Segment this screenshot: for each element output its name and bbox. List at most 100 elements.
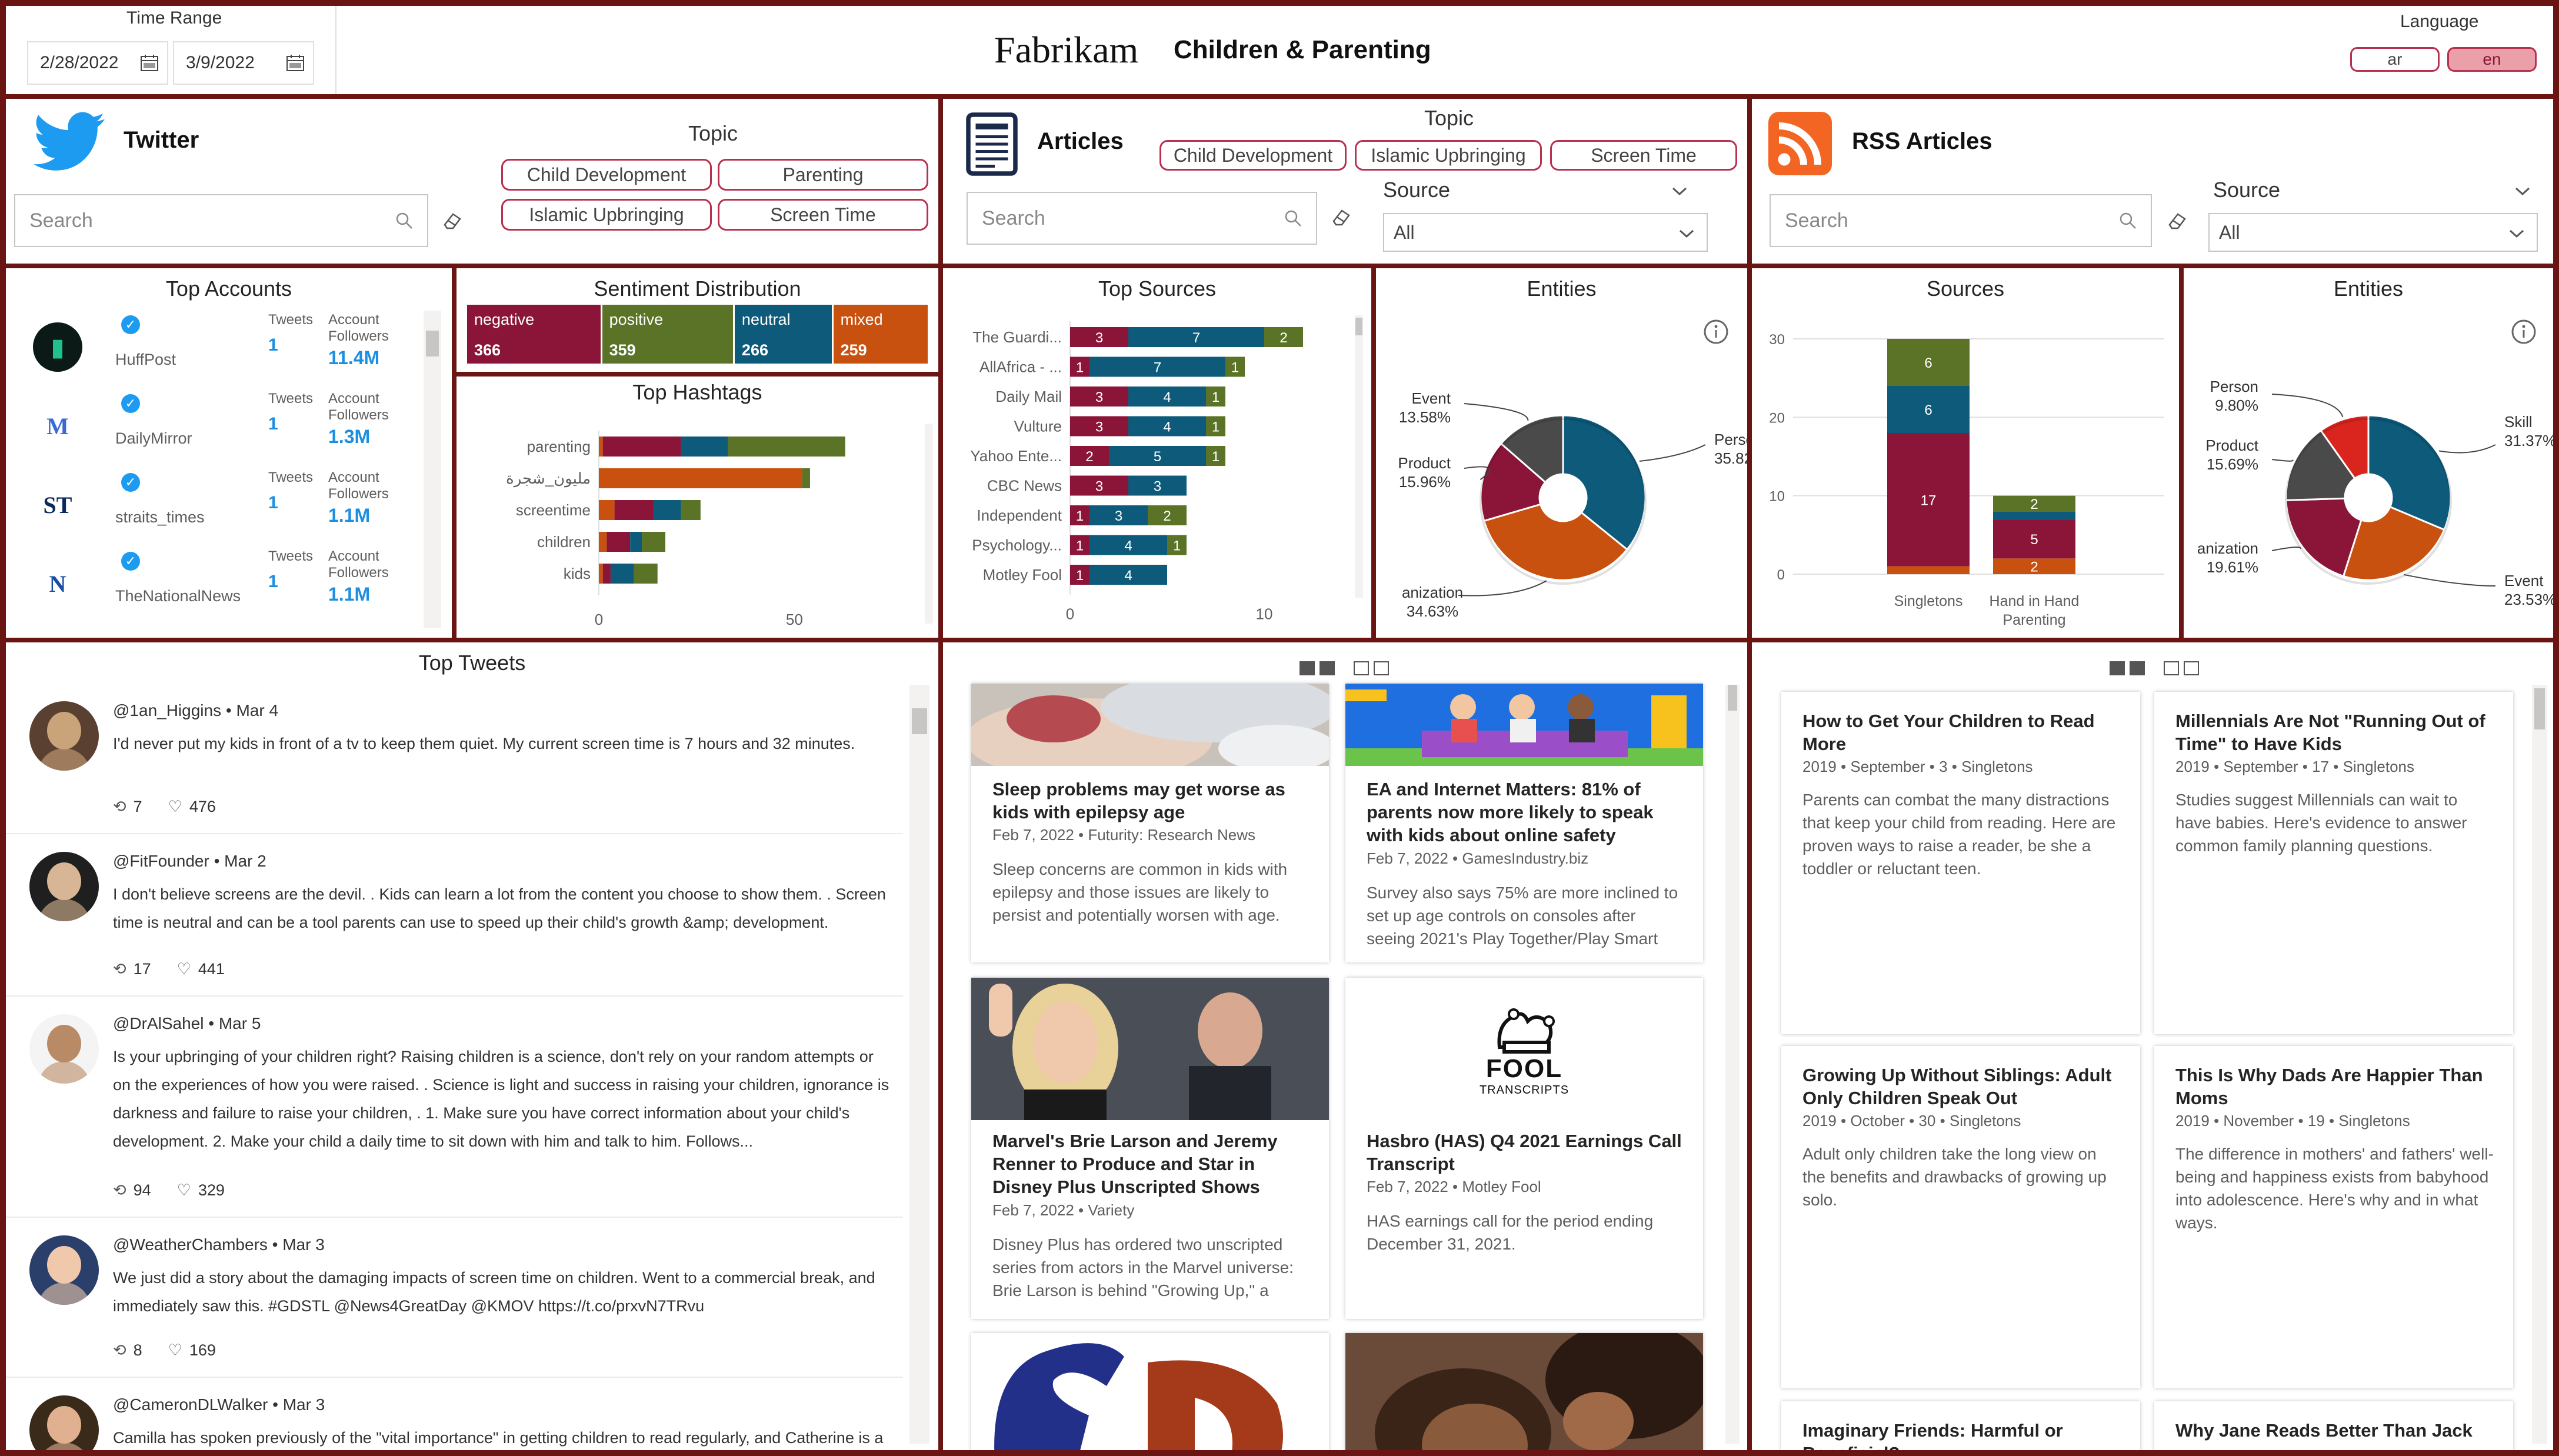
articles-scrollbar[interactable]: [1725, 685, 1740, 1444]
pie-slice[interactable]: [2367, 414, 2452, 531]
article-card[interactable]: EA and Internet Matters: 81% of parents …: [1345, 684, 1703, 962]
rss-card[interactable]: This Is Why Dads Are Happier Than Moms 20…: [2154, 1046, 2513, 1388]
sources-scrollbar-thumb[interactable]: [1355, 318, 1362, 335]
date-start-input[interactable]: 2/28/2022: [27, 41, 168, 85]
calendar-icon[interactable]: [140, 54, 159, 72]
bar-segment[interactable]: [599, 437, 603, 457]
sentiment-segment-mixed[interactable]: mixed 259: [833, 305, 929, 364]
bar-segment[interactable]: [614, 500, 654, 520]
bar-segment[interactable]: [602, 437, 681, 457]
account-row[interactable]: M ✓ DailyMirror Tweets 1 Account Followers 1.3…: [6, 388, 416, 467]
verified-badge-icon: ✓: [121, 473, 140, 492]
tick-label: 50: [786, 611, 803, 628]
sentiment-segment-negative[interactable]: negative 366: [467, 305, 602, 364]
retweet-stat[interactable]: ⟲ 17: [113, 960, 151, 978]
tweet-item[interactable]: @WeatherChambers • Mar 3 We just did a st…: [6, 1218, 903, 1378]
followers-label: Account Followers: [328, 548, 389, 581]
article-image: [1345, 1333, 1703, 1450]
sources-scrollbar[interactable]: [1355, 315, 1363, 598]
article-card[interactable]: Sleep problems may get worse as kids wit…: [971, 684, 1329, 962]
articles-topic-pill-islamic-upbringing[interactable]: Islamic Upbringing: [1355, 140, 1542, 171]
top-tweets-title: Top Tweets: [418, 651, 526, 675]
bar-segment[interactable]: [630, 532, 642, 552]
eraser-icon[interactable]: [2167, 211, 2187, 231]
bar-segment[interactable]: [681, 437, 728, 457]
tweet-item[interactable]: @FitFounder • Mar 2 I don't believe scree…: [6, 834, 903, 997]
bar-segment[interactable]: [1993, 511, 2075, 519]
date-end-input[interactable]: 3/9/2022: [173, 41, 314, 85]
rss-card[interactable]: Imaginary Friends: Harmful or Beneficial…: [1781, 1401, 2140, 1450]
data-label: 1: [1212, 389, 1219, 405]
article-card[interactable]: Marvel's Brie Larson and Jeremy Renner t…: [971, 978, 1329, 1319]
accounts-scrollbar[interactable]: [424, 311, 441, 628]
topic-pill-islamic-upbringing[interactable]: Islamic Upbringing: [501, 199, 712, 231]
avatar-face: [47, 1025, 81, 1062]
articles-search-input[interactable]: Search: [967, 192, 1317, 245]
rss-card[interactable]: Growing Up Without Siblings: Adult Only …: [1781, 1046, 2140, 1388]
bar-segment[interactable]: [599, 564, 603, 584]
bar-segment[interactable]: [802, 468, 810, 488]
tweets-scrollbar[interactable]: [909, 685, 929, 1444]
sentiment-segment-positive[interactable]: positive 359: [602, 305, 735, 364]
hashtags-scrollbar[interactable]: [925, 424, 933, 624]
article-card[interactable]: [971, 1333, 1329, 1450]
data-label: 3: [1095, 479, 1103, 495]
tweet-stats: ⟲ 94 ♡ 329: [113, 1181, 225, 1200]
rss-card[interactable]: Why Jane Reads Better Than Jack 2020 • Ma…: [2154, 1401, 2513, 1450]
retweet-stat[interactable]: ⟲ 94: [113, 1181, 151, 1200]
account-row[interactable]: N ✓ TheNationalNews Tweets 1 Account Follower…: [6, 546, 416, 625]
bar-segment[interactable]: [654, 500, 681, 520]
bar-segment[interactable]: [728, 437, 845, 457]
rss-scrollbar[interactable]: [2532, 685, 2547, 1444]
article-card[interactable]: [1345, 1333, 1703, 1450]
bar-segment[interactable]: [607, 532, 631, 552]
bar-segment[interactable]: [602, 564, 611, 584]
view-toggle[interactable]: [1300, 661, 1389, 675]
retweet-icon: ⟲: [113, 1181, 126, 1199]
like-stat[interactable]: ♡ 441: [177, 960, 225, 978]
bar-segment[interactable]: [1887, 566, 1970, 574]
bar-segment[interactable]: [610, 564, 634, 584]
avatar-shoulders: [38, 748, 91, 771]
tweet-item[interactable]: @1an_Higgins • Mar 4 I'd never put my kid…: [6, 684, 903, 834]
articles-source-dropdown[interactable]: All: [1383, 213, 1708, 252]
lang-en-button[interactable]: en: [2447, 47, 2537, 72]
chevron-down-icon[interactable]: [2514, 186, 2531, 196]
bar-segment[interactable]: [599, 468, 802, 488]
like-stat[interactable]: ♡ 476: [168, 798, 216, 816]
tweet-item[interactable]: @DrAlSahel • Mar 5 Is your upbringing of …: [6, 997, 903, 1218]
sentiment-label: positive: [609, 311, 664, 328]
account-name: DailyMirror: [115, 429, 192, 447]
article-card[interactable]: FOOL TRANSCRIPTS Hasbro (HAS) Q4 2021 Ea…: [1345, 978, 1703, 1319]
eraser-icon[interactable]: [442, 211, 462, 231]
tweet-item[interactable]: @CameronDLWalker • Mar 3 Camilla has spok…: [6, 1378, 903, 1450]
articles-topic-pill-screen-time[interactable]: Screen Time: [1550, 140, 1737, 171]
bar-segment[interactable]: [642, 532, 665, 552]
topic-pill-parenting[interactable]: Parenting: [718, 159, 928, 191]
chevron-down-icon[interactable]: [1671, 186, 1688, 196]
rss-search-input[interactable]: Search: [1770, 194, 2152, 247]
retweet-stat[interactable]: ⟲ 8: [113, 1341, 142, 1360]
rss-card[interactable]: Millennials Are Not "Running Out of Time…: [2154, 692, 2513, 1034]
like-stat[interactable]: ♡ 329: [177, 1181, 225, 1200]
retweet-stat[interactable]: ⟲ 7: [113, 798, 142, 816]
bar-segment[interactable]: [599, 532, 607, 552]
topic-pill-screen-time[interactable]: Screen Time: [718, 199, 928, 231]
rss-card[interactable]: How to Get Your Children to Read More 201…: [1781, 692, 2140, 1034]
rss-source-dropdown[interactable]: All: [2208, 213, 2538, 252]
lang-ar-button[interactable]: ar: [2350, 47, 2440, 72]
twitter-search-input[interactable]: Search: [14, 194, 428, 247]
eraser-icon[interactable]: [1331, 207, 1351, 227]
account-row[interactable]: ▮ ✓ HuffPost Tweets 1 Account Followers 11.4M: [6, 309, 416, 388]
newspaper-icon: [966, 112, 1018, 176]
articles-topic-pill-child-development[interactable]: Child Development: [1159, 140, 1347, 171]
bar-segment[interactable]: [681, 500, 701, 520]
topic-pill-child-development[interactable]: Child Development: [501, 159, 712, 191]
sentiment-segment-neutral[interactable]: neutral 266: [734, 305, 834, 364]
bar-segment[interactable]: [599, 500, 615, 520]
calendar-icon[interactable]: [286, 54, 305, 72]
bar-segment[interactable]: [634, 564, 658, 584]
account-row[interactable]: ST ✓ straits_times Tweets 1 Account Followers…: [6, 467, 416, 546]
language-label: Language: [2400, 12, 2479, 31]
like-stat[interactable]: ♡ 169: [168, 1341, 216, 1360]
